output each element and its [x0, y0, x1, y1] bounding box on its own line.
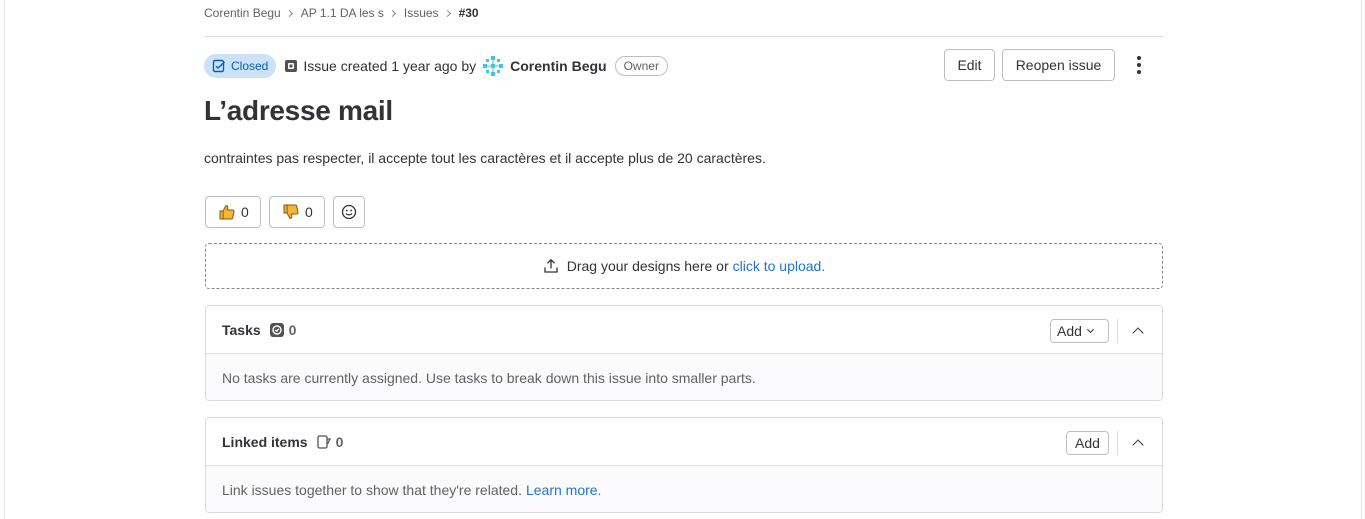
issues-icon	[316, 434, 332, 450]
thumbs-down-count: 0	[305, 204, 313, 220]
issue-created-text: Issue created 1 year ago by	[303, 58, 477, 74]
page-left-border	[4, 0, 5, 519]
thumbs-up-count: 0	[241, 204, 249, 220]
more-actions-kebab-icon[interactable]	[1128, 49, 1150, 81]
click-to-upload-link[interactable]: click to upload.	[733, 258, 826, 274]
tasks-title: Tasks	[222, 321, 261, 338]
author-role-badge: Owner	[614, 56, 668, 76]
page-right-border	[1361, 0, 1362, 519]
issue-description: contraintes pas respecter, il accepte to…	[204, 150, 766, 166]
header-separator	[1117, 431, 1118, 455]
author-avatar[interactable]	[482, 55, 504, 77]
tasks-card-header: Tasks 0 Add	[206, 306, 1162, 354]
header-divider	[204, 36, 1163, 37]
linked-items-count: 0	[335, 433, 344, 450]
collapse-linked-items-button[interactable]	[1130, 431, 1146, 455]
linked-items-card-header: Linked items 0 Add	[206, 418, 1162, 466]
chevron-up-icon	[1132, 327, 1144, 339]
issue-meta: Closed Issue created 1 year ago by Coren…	[204, 54, 668, 78]
reopen-issue-button[interactable]: Reopen issue	[1002, 49, 1115, 81]
breadcrumb: Corentin Begu AP 1.1 DA les s Issues #30	[204, 5, 479, 21]
issue-title: L’adresse mail	[204, 95, 393, 126]
issue-type-icon	[284, 59, 298, 73]
smiley-icon	[341, 204, 357, 220]
tasks-count: 0	[288, 321, 297, 338]
breadcrumb-project[interactable]: AP 1.1 DA les s	[301, 6, 384, 20]
design-upload-dropzone[interactable]: Drag your designs here or click to uploa…	[205, 243, 1163, 289]
header-separator	[1117, 319, 1118, 343]
status-badge-label: Closed	[231, 59, 269, 73]
linked-items-empty-text: Link issues together to show that they'r…	[222, 482, 601, 498]
add-reaction-button[interactable]	[333, 196, 365, 228]
chevron-right-icon	[285, 9, 293, 17]
thumbs-down-icon	[283, 204, 299, 220]
issue-closed-icon	[212, 59, 225, 73]
chevron-right-icon	[443, 9, 451, 17]
linked-items-card: Linked items 0 Add Link issues together …	[205, 417, 1163, 513]
add-task-label: Add	[1057, 323, 1082, 339]
task-done-icon	[269, 322, 285, 338]
collapse-tasks-button[interactable]	[1130, 319, 1146, 343]
status-badge: Closed	[204, 54, 277, 78]
breadcrumb-user[interactable]: Corentin Begu	[204, 6, 281, 20]
breadcrumb-issue-number[interactable]: #30	[459, 6, 479, 20]
tasks-card: Tasks 0 Add No tasks are currently assig…	[205, 305, 1163, 401]
add-task-dropdown[interactable]: Add	[1050, 319, 1109, 343]
thumbs-up-reaction-button[interactable]: 0	[205, 196, 261, 228]
thumbs-down-reaction-button[interactable]: 0	[269, 196, 325, 228]
thumbs-up-icon	[219, 204, 235, 220]
author-name[interactable]: Corentin Begu	[510, 58, 606, 74]
add-linked-item-button[interactable]: Add	[1066, 431, 1109, 455]
upload-text: Drag your designs here or	[566, 258, 729, 274]
upload-icon	[544, 258, 558, 273]
chevron-right-icon	[388, 9, 396, 17]
edit-button[interactable]: Edit	[944, 49, 995, 81]
linked-items-title: Linked items	[222, 433, 308, 450]
tasks-empty-text: No tasks are currently assigned. Use tas…	[222, 370, 756, 386]
linked-items-empty-label: Link issues together to show that they'r…	[222, 482, 522, 498]
chevron-up-icon	[1132, 439, 1144, 451]
breadcrumb-issues[interactable]: Issues	[404, 6, 439, 20]
learn-more-link[interactable]: Learn more.	[526, 482, 601, 498]
chevron-down-icon	[1086, 325, 1094, 334]
